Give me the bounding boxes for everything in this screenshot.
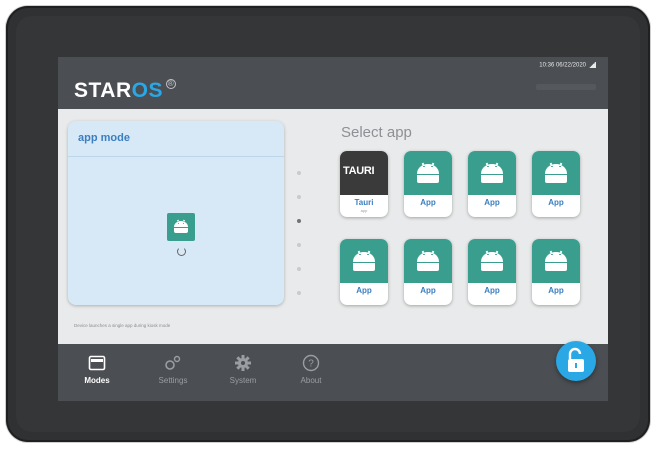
nav-label-about: About [300,376,322,385]
android-icon [404,151,452,195]
android-glyph [545,162,567,183]
app-tile[interactable]: App [404,239,452,305]
nav-modes[interactable]: Modes [70,354,124,385]
main-content: app mode Device launches a single app du… [58,109,608,344]
android-icon [404,239,452,283]
app-tile-sublabel: app [360,208,368,213]
settings-icon [165,355,181,370]
staros-logo: STAROS ® [74,79,176,103]
app-tile-label: App [420,198,436,207]
android-glyph [417,162,439,183]
app-tile-label: Tauri [354,198,374,207]
app-tile-label: App [548,198,564,207]
selected-app-icon [167,213,195,241]
nav-label-system: System [229,376,257,385]
signal-icon [589,62,596,68]
app-tile-label: App [356,286,372,295]
logo-suffix: OS [131,79,163,102]
status-bar: 10:36 06/22/2020 [539,62,596,69]
loading-spinner-icon [177,247,186,256]
pager-dot[interactable] [297,195,301,199]
top-bar: STAROS ® 10:36 06/22/2020 [58,57,608,109]
screen: STAROS ® 10:36 06/22/2020 app mode Device… [58,57,608,401]
app-tile[interactable]: App [532,239,580,305]
pager-dot[interactable] [297,267,301,271]
nav-label-modes: Modes [84,376,110,385]
svg-text:?: ? [308,359,314,370]
android-glyph [481,250,503,271]
mode-caption: Device launches a single app during kios… [74,323,171,328]
select-app-title: Select app [341,124,412,141]
app-tile[interactable]: App [532,151,580,217]
app-tile[interactable]: App [404,151,452,217]
nav-settings[interactable]: Settings [146,354,200,385]
android-glyph [417,250,439,271]
pager-dots [296,171,304,301]
app-mode-card[interactable]: app mode [68,121,284,305]
android-icon [468,239,516,283]
logo-prefix: STAR [74,79,132,102]
bottom-nav: Modes Settings System ? About [58,344,608,401]
app-tile-label: App [420,286,436,295]
tauri-logo: TAURI [340,151,388,195]
android-icon [340,239,388,283]
nav-label-settings: Settings [158,376,188,385]
unlock-button[interactable] [556,341,596,381]
app-tile[interactable]: App [468,239,516,305]
unlock-icon [568,347,584,372]
pager-dot[interactable] [297,171,301,175]
modes-icon [88,355,106,371]
status-datetime: 10:36 06/22/2020 [539,62,586,69]
android-icon [468,151,516,195]
nav-system[interactable]: System [216,354,270,385]
app-tile[interactable]: App [340,239,388,305]
android-glyph [353,250,375,271]
android-icon [532,151,580,195]
android-icon [532,239,580,283]
info-icon: ? [302,354,320,372]
app-tile-label: App [548,286,564,295]
app-tile[interactable]: App [468,151,516,217]
gear-icon [235,355,251,371]
app-tile-label: App [484,198,500,207]
tauri-logo-text: TAURI [343,165,375,177]
app-tile[interactable]: TAURI Tauri app [340,151,388,217]
nav-about[interactable]: ? About [284,354,338,385]
app-mode-title: app mode [68,121,284,157]
pager-dot[interactable] [297,291,301,295]
android-glyph [481,162,503,183]
android-icon [174,219,188,233]
pager-dot[interactable] [297,219,301,223]
app-tile-label: App [484,286,500,295]
header-placeholder [536,84,596,90]
pager-dot[interactable] [297,243,301,247]
android-glyph [545,250,567,271]
registered-mark: ® [165,79,176,89]
